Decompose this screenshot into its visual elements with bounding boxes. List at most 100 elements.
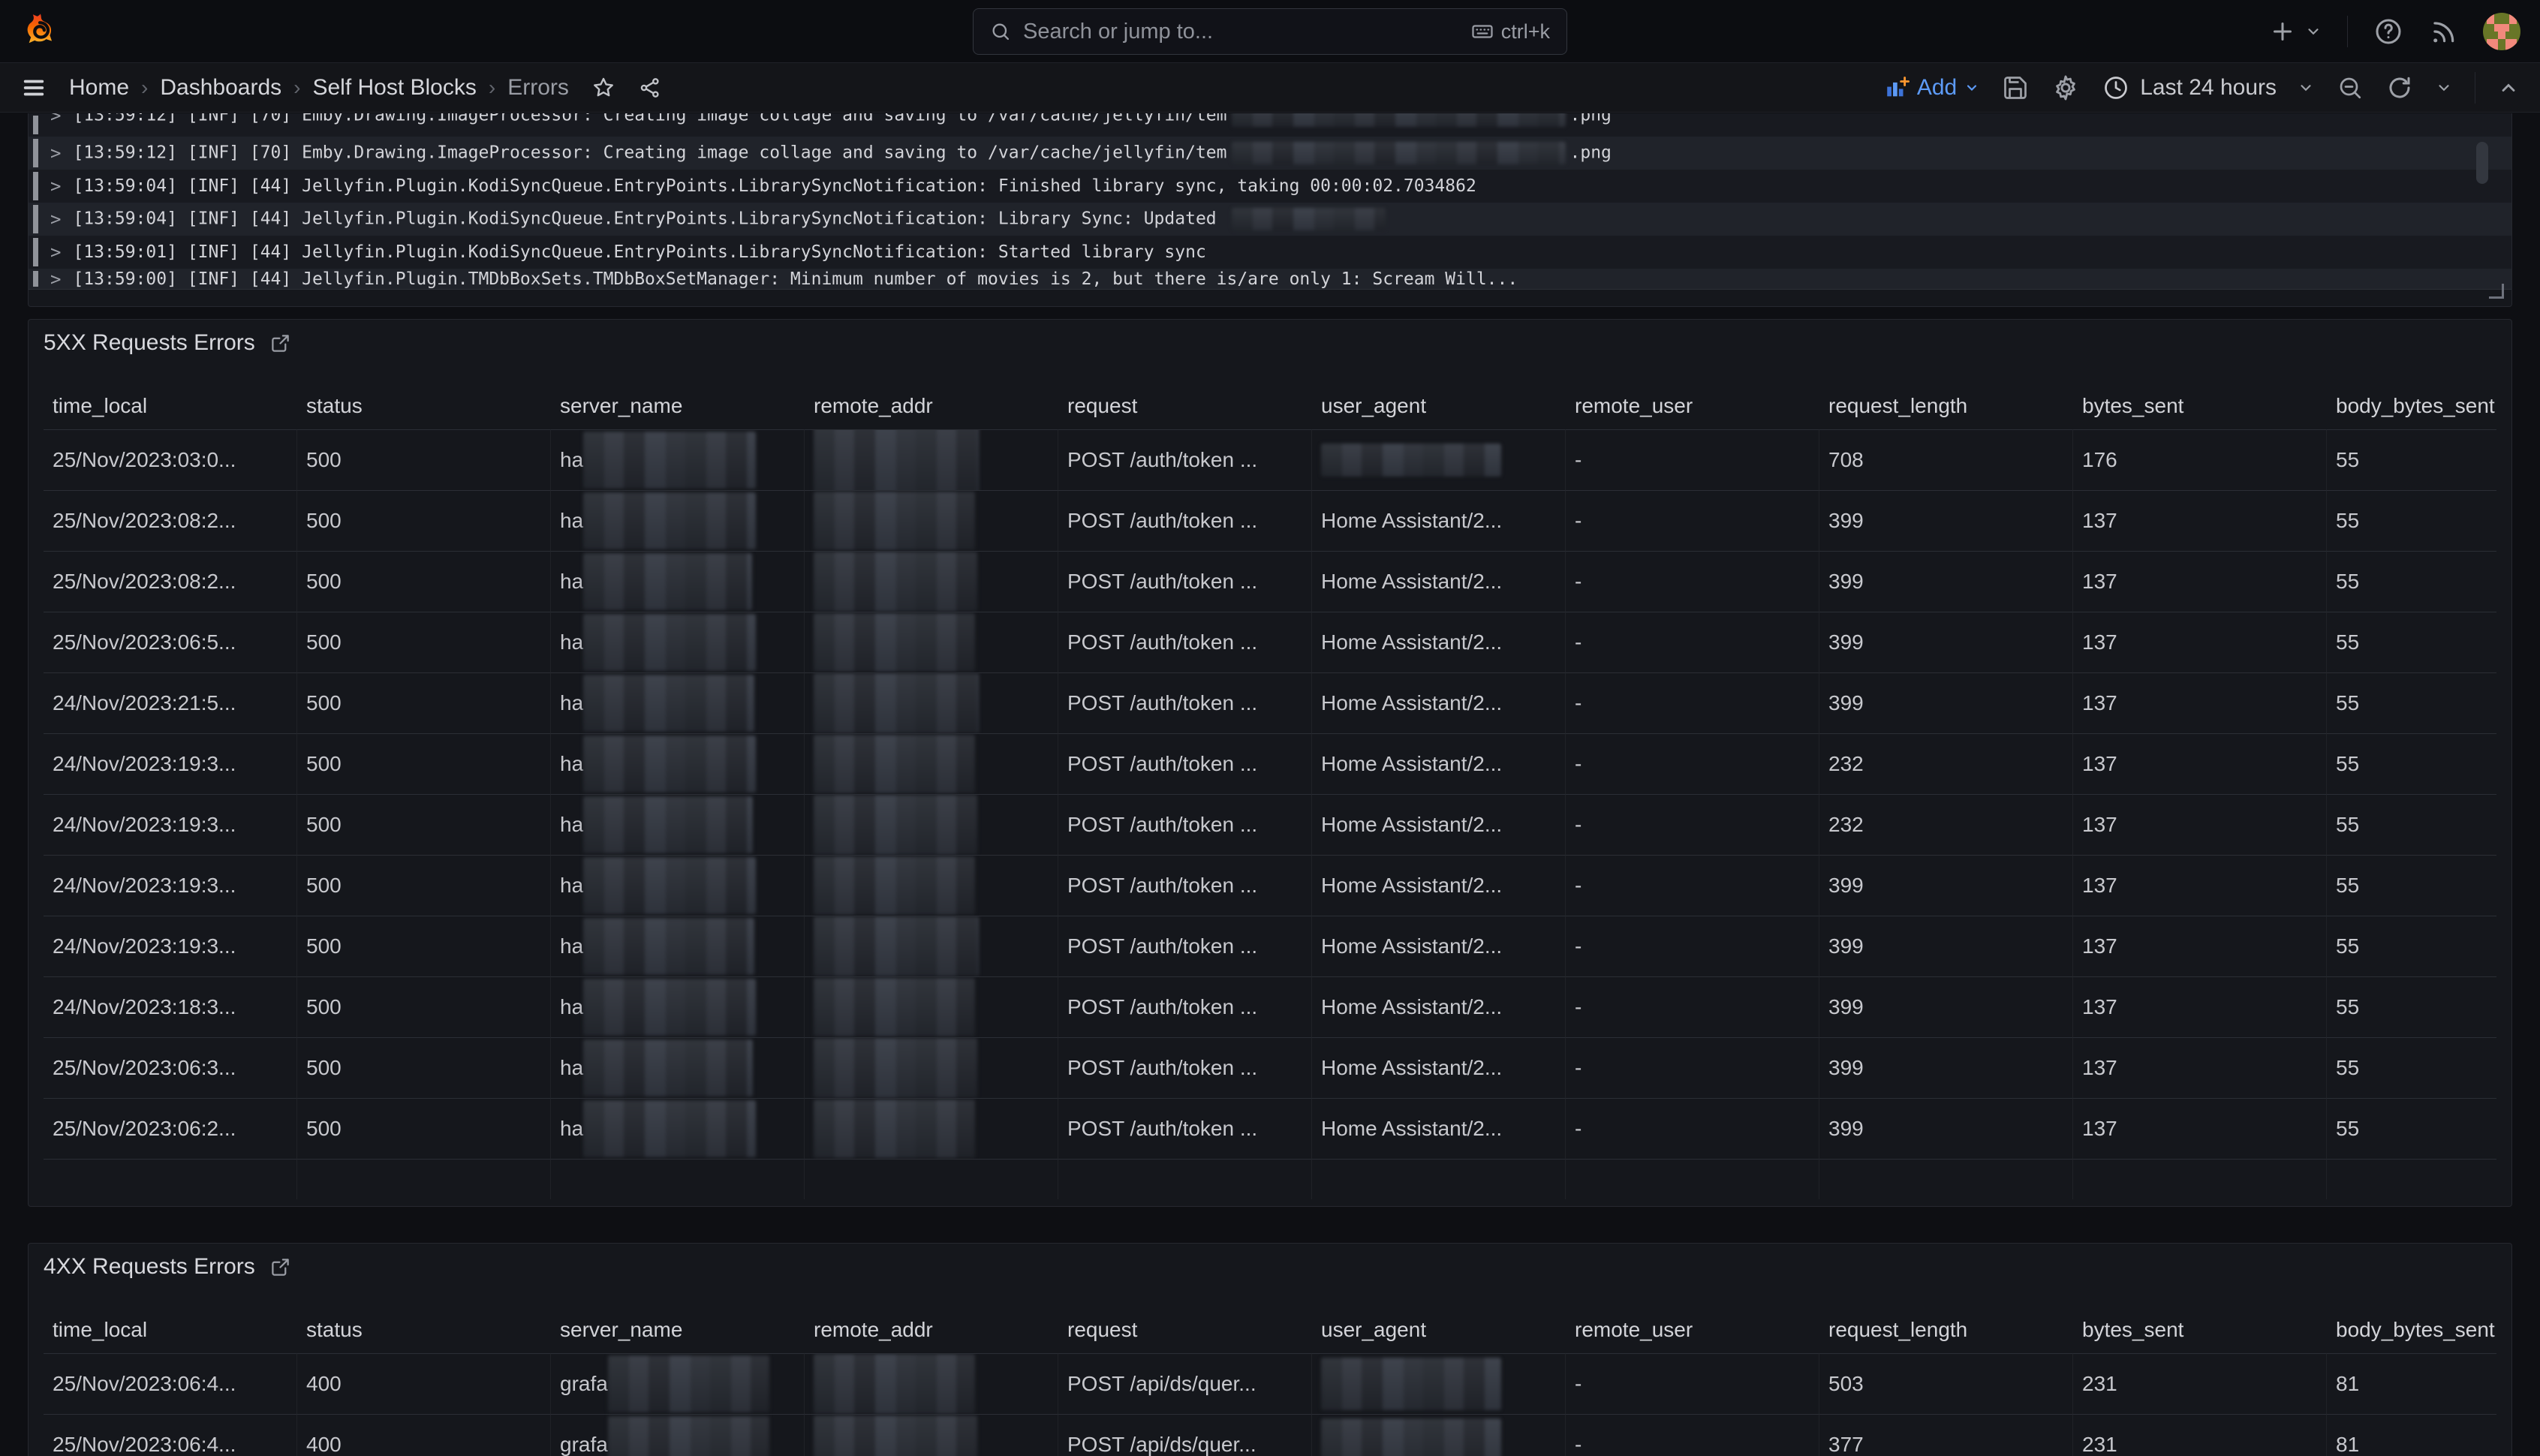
table-row: 25/Nov/2023:08:2...500haPOST /auth/token… bbox=[44, 551, 2496, 612]
column-header-server_name[interactable]: server_name bbox=[551, 1307, 805, 1353]
panel-title[interactable]: 5XX Requests Errors bbox=[44, 330, 255, 356]
cell-text: 500 bbox=[306, 752, 342, 776]
expand-row-icon[interactable]: > bbox=[50, 209, 61, 230]
refresh-interval-button[interactable] bbox=[2436, 80, 2452, 96]
table-cell: ha bbox=[551, 551, 805, 612]
table-cell: - bbox=[1566, 794, 1819, 855]
expand-row-icon[interactable]: > bbox=[50, 143, 61, 164]
scrollbar-thumb[interactable] bbox=[2476, 142, 2488, 184]
time-range-picker[interactable]: Last 24 hours bbox=[2102, 74, 2314, 101]
log-row[interactable]: >[13:59:12] [INF] [70] Emby.Drawing.Imag… bbox=[29, 137, 2511, 170]
search-bar[interactable]: ctrl+k bbox=[973, 8, 1567, 55]
cell-text: 231 bbox=[2082, 1372, 2117, 1396]
table-cell: - bbox=[1566, 612, 1819, 672]
external-link-icon[interactable] bbox=[270, 1257, 290, 1277]
breadcrumb-item-home[interactable]: Home bbox=[69, 75, 129, 101]
cell-text: POST /auth/token ... bbox=[1067, 509, 1257, 533]
expand-row-icon[interactable]: > bbox=[50, 176, 61, 197]
table-cell: POST /auth/token ... bbox=[1058, 916, 1312, 976]
expand-row-icon[interactable]: > bbox=[50, 242, 61, 263]
zoom-out-button[interactable] bbox=[2337, 74, 2364, 101]
log-level-indicator bbox=[33, 116, 38, 134]
log-row[interactable]: >[13:59:01] [INF] [44] Jellyfin.Plugin.K… bbox=[29, 236, 2511, 269]
expand-row-icon[interactable]: > bbox=[50, 113, 61, 126]
save-icon bbox=[2002, 74, 2029, 101]
share-button[interactable] bbox=[638, 76, 662, 100]
avatar[interactable] bbox=[2483, 13, 2520, 50]
new-menu-button[interactable] bbox=[2269, 18, 2322, 45]
breadcrumb-item-self-host-blocks[interactable]: Self Host Blocks bbox=[312, 75, 476, 101]
column-header-request[interactable]: request bbox=[1058, 383, 1312, 429]
table-cell bbox=[805, 855, 1058, 916]
time-range-label: Last 24 hours bbox=[2140, 75, 2277, 101]
cell-text: 81 bbox=[2336, 1433, 2359, 1456]
column-header-time_local[interactable]: time_local bbox=[44, 1307, 297, 1353]
log-row[interactable]: >[13:59:04] [INF] [44] Jellyfin.Plugin.K… bbox=[29, 170, 2511, 203]
table-cell: ha bbox=[551, 612, 805, 672]
column-header-remote_addr[interactable]: remote_addr bbox=[805, 1307, 1058, 1353]
grafana-logo[interactable] bbox=[20, 10, 60, 53]
column-header-request[interactable]: request bbox=[1058, 1307, 1312, 1353]
redacted-text bbox=[583, 432, 756, 489]
chevron-down-icon bbox=[2305, 23, 2322, 40]
log-message: [13:59:00] [INF] [44] Jellyfin.Plugin.TM… bbox=[73, 269, 1518, 289]
help-button[interactable] bbox=[2373, 17, 2403, 47]
column-header-status[interactable]: status bbox=[297, 383, 551, 429]
cell-text: ha bbox=[560, 1056, 583, 1080]
table-cell: ha bbox=[551, 916, 805, 976]
cell-text: - bbox=[1575, 874, 1581, 898]
table-cell: 24/Nov/2023:18:3... bbox=[44, 976, 297, 1037]
favorite-button[interactable] bbox=[591, 76, 615, 100]
expand-row-icon[interactable]: > bbox=[50, 269, 61, 289]
add-label: Add bbox=[1917, 75, 1957, 101]
table-cell bbox=[2327, 1159, 2496, 1199]
search-input[interactable] bbox=[1023, 20, 1459, 44]
panel-resize-handle[interactable] bbox=[2489, 284, 2504, 299]
column-header-user_agent[interactable]: user_agent bbox=[1312, 1307, 1566, 1353]
column-header-bytes_sent[interactable]: bytes_sent bbox=[2073, 383, 2327, 429]
cell-text: 137 bbox=[2082, 934, 2117, 958]
column-header-status[interactable]: status bbox=[297, 1307, 551, 1353]
table-cell: 231 bbox=[2073, 1353, 2327, 1414]
column-header-body_bytes_sent[interactable]: body_bytes_sent bbox=[2327, 383, 2496, 429]
save-dashboard-button[interactable] bbox=[2002, 74, 2029, 101]
collapse-toolbar-button[interactable] bbox=[2498, 77, 2519, 98]
table-cell: grafa bbox=[551, 1353, 805, 1414]
column-header-bytes_sent[interactable]: bytes_sent bbox=[2073, 1307, 2327, 1353]
log-row[interactable]: > [13:59:00] [INF] [44] Jellyfin.Plugin.T… bbox=[29, 269, 2511, 290]
divider bbox=[2347, 16, 2348, 47]
cell-text: 25/Nov/2023:06:4... bbox=[53, 1433, 236, 1456]
column-header-remote_user[interactable]: remote_user bbox=[1566, 1307, 1819, 1353]
top-navigation-bar: ctrl+k bbox=[0, 0, 2540, 63]
column-header-request_length[interactable]: request_length bbox=[1819, 383, 2073, 429]
cell-text: ha bbox=[560, 1117, 583, 1141]
column-header-request_length[interactable]: request_length bbox=[1819, 1307, 2073, 1353]
table-cell bbox=[1312, 1414, 1566, 1456]
cell-text: - bbox=[1575, 752, 1581, 776]
log-row[interactable]: >[13:59:12] [INF] [70] Emby.Drawing.Imag… bbox=[29, 113, 2511, 137]
column-header-remote_user[interactable]: remote_user bbox=[1566, 383, 1819, 429]
column-header-server_name[interactable]: server_name bbox=[551, 383, 805, 429]
breadcrumb-item-dashboards[interactable]: Dashboards bbox=[160, 75, 281, 101]
zoom-out-icon bbox=[2337, 74, 2364, 101]
redacted-text bbox=[814, 978, 975, 1036]
news-button[interactable] bbox=[2429, 17, 2457, 46]
cell-text: POST /auth/token ... bbox=[1067, 1056, 1257, 1080]
log-row[interactable]: >[13:59:04] [INF] [44] Jellyfin.Plugin.K… bbox=[29, 203, 2511, 236]
column-header-user_agent[interactable]: user_agent bbox=[1312, 383, 1566, 429]
cell-text: - bbox=[1575, 630, 1581, 654]
external-link-icon[interactable] bbox=[270, 333, 290, 353]
table-cell bbox=[1819, 1159, 2073, 1199]
table-cell: 500 bbox=[297, 916, 551, 976]
menu-toggle-button[interactable] bbox=[21, 75, 47, 101]
add-panel-button[interactable]: Add bbox=[1884, 75, 1979, 101]
dashboard-settings-button[interactable] bbox=[2051, 74, 2080, 102]
cell-text: 708 bbox=[1828, 448, 1864, 472]
panel-title[interactable]: 4XX Requests Errors bbox=[44, 1254, 255, 1280]
table-cell bbox=[805, 916, 1058, 976]
refresh-button[interactable] bbox=[2386, 74, 2413, 101]
shortcut-label: ctrl+k bbox=[1501, 20, 1550, 44]
column-header-time_local[interactable]: time_local bbox=[44, 383, 297, 429]
column-header-body_bytes_sent[interactable]: body_bytes_sent bbox=[2327, 1307, 2496, 1353]
column-header-remote_addr[interactable]: remote_addr bbox=[805, 383, 1058, 429]
